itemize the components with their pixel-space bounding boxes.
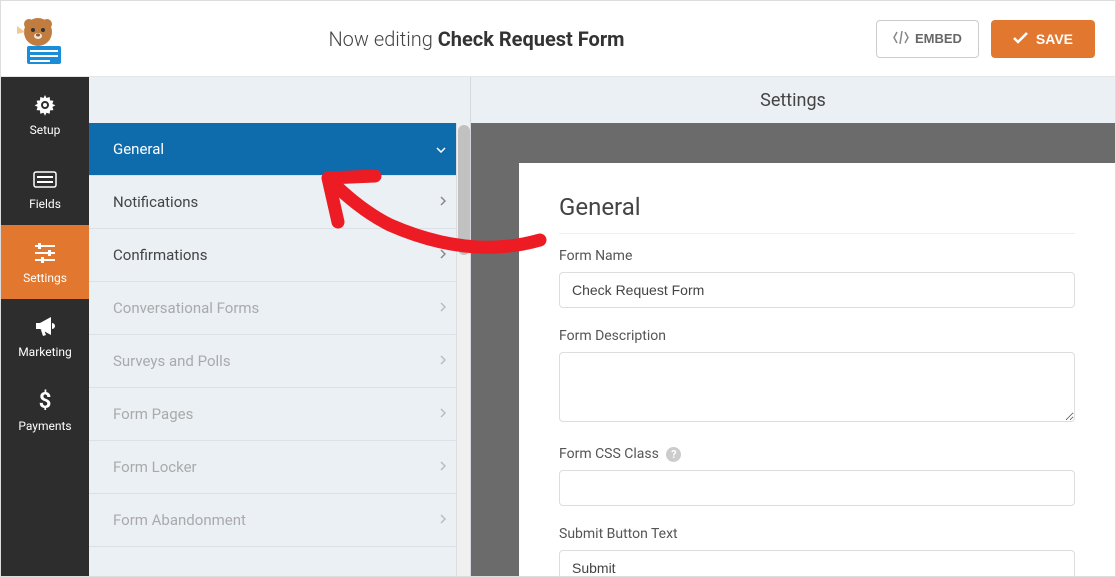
section-title: General (559, 193, 1075, 234)
embed-button[interactable]: EMBED (876, 20, 979, 58)
settings-item-general[interactable]: General (89, 123, 470, 176)
sidebar-item-setup[interactable]: Setup (1, 77, 89, 151)
scrollbar[interactable] (456, 123, 470, 576)
settings-list: General Notifications Confirmations Conv… (89, 123, 470, 576)
settings-item-label: General (113, 140, 164, 158)
sidebar-item-label: Fields (29, 197, 61, 211)
submit-button-text-input[interactable] (559, 550, 1075, 576)
settings-item-label: Surveys and Polls (113, 352, 231, 370)
sidebar-item-label: Payments (18, 419, 71, 433)
embed-label: EMBED (915, 31, 962, 46)
form-description-label: Form Description (559, 328, 1075, 344)
preview-content: General Form Name Form Description Form … (519, 163, 1115, 576)
settings-item-notifications[interactable]: Notifications (89, 176, 470, 229)
settings-item-form-locker[interactable]: Form Locker (89, 441, 470, 494)
form-description-field: Form Description (559, 328, 1075, 426)
submit-button-text-label: Submit Button Text (559, 526, 1075, 542)
editing-prefix: Now editing (328, 27, 437, 51)
form-description-input[interactable] (559, 352, 1075, 422)
header: Now editing Check Request Form EMBED SAV… (1, 1, 1115, 77)
check-icon (1013, 31, 1028, 47)
sidebar-item-label: Marketing (18, 345, 72, 359)
code-icon (893, 31, 909, 47)
form-name-label: Form Name (559, 248, 1075, 264)
sidebar-item-payments[interactable]: $ Payments (1, 373, 89, 447)
settings-item-form-abandonment[interactable]: Form Abandonment (89, 494, 470, 547)
chevron-down-icon (436, 142, 446, 156)
preview-header-title: Settings (471, 77, 1115, 123)
settings-item-label: Form Abandonment (113, 511, 246, 529)
preview-wrapper: General Form Name Form Description Form … (471, 123, 1115, 576)
sidebar-item-marketing[interactable]: Marketing (1, 299, 89, 373)
settings-item-surveys-polls[interactable]: Surveys and Polls (89, 335, 470, 388)
chevron-right-icon (440, 195, 446, 209)
sidebar: Setup Fields Settings Marketing $ Paymen… (1, 77, 89, 576)
settings-item-label: Confirmations (113, 246, 207, 264)
scrollbar-thumb[interactable] (458, 125, 470, 255)
sidebar-item-settings[interactable]: Settings (1, 225, 89, 299)
settings-item-label: Form Pages (113, 405, 193, 423)
chevron-right-icon (440, 513, 446, 527)
preview-panel: Settings General Form Name Form Descript… (471, 77, 1115, 576)
editing-form-name: Check Request Form (438, 27, 625, 51)
svg-text:$: $ (39, 389, 52, 413)
sidebar-item-label: Setup (30, 123, 61, 137)
form-css-class-field: Form CSS Class ? (559, 446, 1075, 506)
form-css-class-label: Form CSS Class ? (559, 446, 1075, 462)
settings-item-conversational-forms[interactable]: Conversational Forms (89, 282, 470, 335)
settings-item-confirmations[interactable]: Confirmations (89, 229, 470, 282)
submit-button-text-field: Submit Button Text (559, 526, 1075, 576)
settings-item-label: Form Locker (113, 458, 197, 476)
settings-item-label: Notifications (113, 193, 198, 211)
dollar-icon: $ (33, 389, 57, 413)
chevron-right-icon (440, 248, 446, 262)
list-icon (33, 167, 57, 191)
save-button[interactable]: SAVE (991, 20, 1095, 58)
form-name-input[interactable] (559, 272, 1075, 308)
chevron-right-icon (440, 301, 446, 315)
chevron-right-icon (440, 460, 446, 474)
gear-icon (33, 93, 57, 117)
sliders-icon (33, 241, 57, 265)
header-actions: EMBED SAVE (876, 20, 1095, 58)
save-label: SAVE (1036, 31, 1073, 47)
settings-item-label: Conversational Forms (113, 299, 259, 317)
chevron-right-icon (440, 407, 446, 421)
page-title: Now editing Check Request Form (77, 27, 876, 51)
body: Setup Fields Settings Marketing $ Paymen… (1, 77, 1115, 576)
settings-panel-title (89, 77, 470, 123)
sidebar-item-label: Settings (23, 271, 67, 285)
chevron-right-icon (440, 354, 446, 368)
app-logo (11, 12, 65, 66)
form-name-field: Form Name (559, 248, 1075, 308)
bullhorn-icon (33, 315, 57, 339)
sidebar-item-fields[interactable]: Fields (1, 151, 89, 225)
help-icon[interactable]: ? (666, 447, 681, 462)
settings-item-form-pages[interactable]: Form Pages (89, 388, 470, 441)
settings-panel: General Notifications Confirmations Conv… (89, 77, 471, 576)
form-css-class-input[interactable] (559, 470, 1075, 506)
